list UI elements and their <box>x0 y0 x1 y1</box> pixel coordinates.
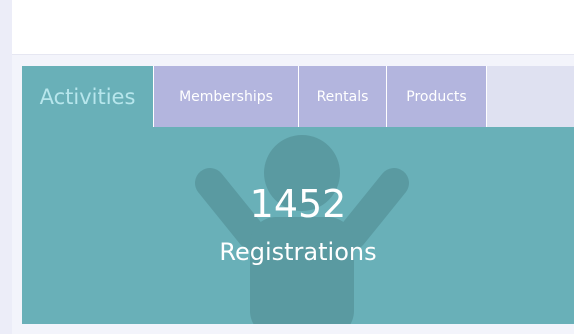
tab-activities[interactable]: Activities <box>22 66 153 127</box>
stats-widget: Activities Memberships Rentals Products … <box>22 66 574 324</box>
tab-content: 1452 Registrations <box>22 127 574 324</box>
tab-products[interactable]: Products <box>386 66 487 127</box>
top-panel <box>12 0 574 55</box>
tab-memberships[interactable]: Memberships <box>153 66 298 127</box>
tab-bar: Activities Memberships Rentals Products <box>22 66 574 127</box>
person-raised-arms-icon <box>195 135 409 324</box>
left-rail <box>0 0 12 334</box>
registrations-label: Registrations <box>219 238 377 266</box>
registrations-count: 1452 <box>249 182 347 226</box>
tab-rentals[interactable]: Rentals <box>298 66 386 127</box>
